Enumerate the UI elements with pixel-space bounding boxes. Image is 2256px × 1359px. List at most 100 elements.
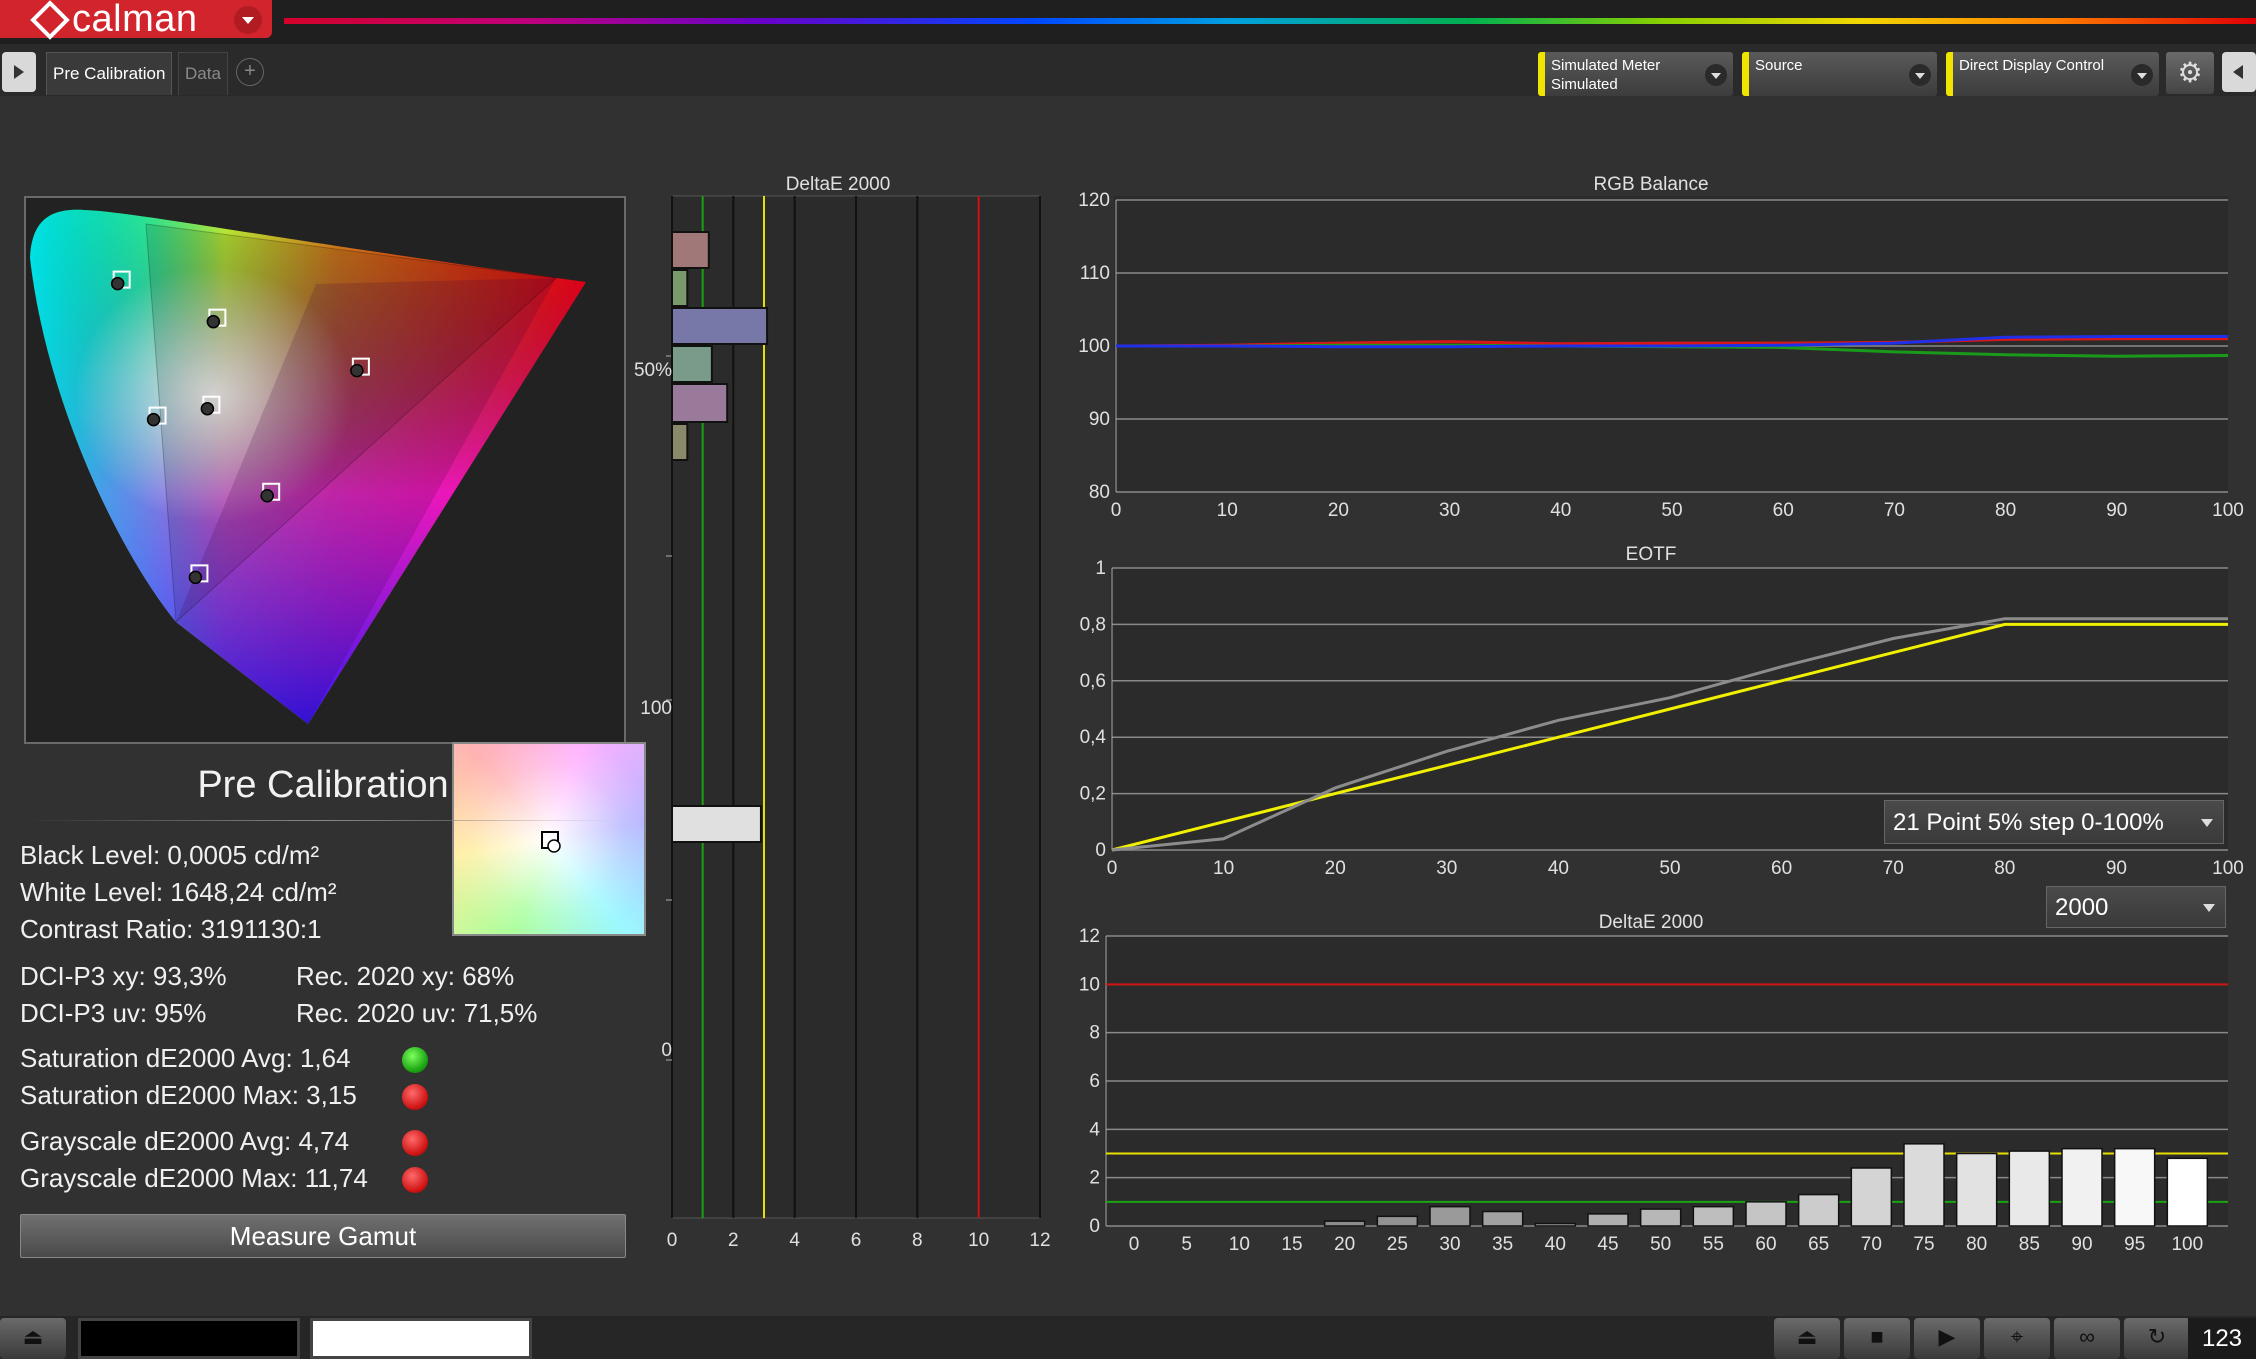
- grayscale-deltae-y-tick-label: 4: [1089, 1119, 1100, 1140]
- rgb-balance-x-tick-label: 60: [1773, 500, 1794, 521]
- black-swatch[interactable]: [78, 1318, 300, 1359]
- eject-icon: ⏏: [1796, 1324, 1818, 1349]
- eotf-y-tick-label: 0,6: [1080, 671, 1106, 692]
- grayscale-deltae-x-tick-label: 0: [1129, 1234, 1140, 1255]
- rgb-balance-x-tick-label: 90: [2106, 500, 2127, 521]
- measurement-counter: 123: [2188, 1318, 2256, 1359]
- grayscale-deltae-x-tick-label: 25: [1387, 1234, 1408, 1255]
- eotf-x-tick-label: 0: [1107, 858, 1118, 879]
- grayscale-deltae-x-tick-label: 90: [2071, 1234, 2092, 1255]
- rgb-balance-x-tick-label: 30: [1439, 500, 1460, 521]
- play-icon: ▶: [1938, 1324, 1956, 1349]
- refresh-button[interactable]: ↻: [2124, 1318, 2190, 1359]
- eotf-points-value: 21 Point 5% step 0-100%: [1893, 809, 2164, 836]
- eotf-x-tick-label: 50: [1659, 858, 1680, 879]
- grayscale-deltae-bar: [1323, 1220, 1366, 1227]
- rgb-balance-x-tick-label: 0: [1111, 500, 1122, 521]
- grayscale-deltae-bar: [2061, 1147, 2103, 1227]
- rgb-balance-x-tick-label: 20: [1328, 500, 1349, 521]
- deltae-vertical-chart: DeltaE 2000 0 2 4 6 8 10 12 50% 100 0: [634, 174, 1051, 1251]
- eject-icon: ⏏: [22, 1324, 44, 1349]
- grayscale-deltae-y-tick-label: 6: [1089, 1071, 1100, 1092]
- grayscale-deltae-bar: [1745, 1201, 1787, 1227]
- grayscale-deltae-chart: DeltaE 2000 0 2 4 6 8 10 12 0 5 10 15 20 25 30 35 40 45 5…: [1079, 912, 2228, 1255]
- grayscale-deltae-bar: [1850, 1167, 1893, 1227]
- grayscale-deltae-bar: [1429, 1205, 1471, 1227]
- grayscale-deltae-y-tick-label: 12: [1079, 926, 1100, 947]
- grayscale-deltae-x-tick-label: 5: [1181, 1234, 1192, 1255]
- rgb-balance-x-tick-label: 40: [1550, 500, 1571, 521]
- grayscale-deltae-y-tick-label: 2: [1089, 1168, 1100, 1189]
- rgb-balance-x-tick-label: 50: [1661, 500, 1682, 521]
- eotf-y-tick-label: 1: [1095, 558, 1106, 579]
- grayscale-deltae-bar: [1481, 1210, 1524, 1227]
- grayscale-deltae-title: DeltaE 2000: [1599, 912, 1704, 933]
- grayscale-deltae-x-tick-label: 75: [1913, 1234, 1934, 1255]
- grayscale-deltae-x-tick-label: 65: [1808, 1234, 1829, 1255]
- chevron-down-icon: [2201, 819, 2213, 827]
- rgb-balance-y-tick-label: 120: [1078, 190, 1110, 211]
- stop-button[interactable]: ■: [1844, 1318, 1910, 1359]
- grayscale-deltae-bar: [2166, 1157, 2209, 1227]
- grayscale-deltae-x-tick-label: 40: [1545, 1234, 1566, 1255]
- deltae-bar: [671, 307, 769, 345]
- grayscale-deltae-x-tick-label: 20: [1334, 1234, 1355, 1255]
- grayscale-deltae-bar: [1692, 1205, 1735, 1227]
- grayscale-deltae-bar: [1639, 1208, 1682, 1227]
- crosshair-icon: ⌖: [2010, 1324, 2024, 1349]
- eotf-y-tick-label: 0,8: [1080, 614, 1106, 635]
- refresh-icon: ↻: [2147, 1324, 2167, 1349]
- eotf-x-tick-label: 70: [1883, 858, 1904, 879]
- grayscale-deltae-bar: [1955, 1152, 1998, 1227]
- grayscale-deltae-bar: [1376, 1215, 1419, 1227]
- white-swatch[interactable]: [310, 1318, 532, 1359]
- rgb-balance-chart: RGB Balance 80 90 100 110 120 0 10 20 30 40 50 60 70…: [1078, 174, 2244, 521]
- eotf-points-select[interactable]: 21 Point 5% step 0-100%: [1884, 800, 2224, 844]
- grayscale-deltae-x-tick-label: 30: [1439, 1234, 1460, 1255]
- rgb-balance-x-tick-label: 70: [1884, 500, 1905, 521]
- eotf-x-tick-label: 90: [2106, 858, 2127, 879]
- rgb-balance-y-tick-label: 110: [1080, 263, 1110, 284]
- rgb-balance-x-tick-label: 10: [1217, 500, 1238, 521]
- deltae-x-tick-label: 6: [851, 1230, 862, 1251]
- rgb-balance-y-tick-label: 80: [1089, 482, 1110, 503]
- grayscale-deltae-y-tick-label: 10: [1079, 974, 1100, 995]
- grayscale-deltae-bar: [1587, 1213, 1629, 1227]
- rgb-balance-x-tick-label: 80: [1995, 500, 2016, 521]
- measure-single-button[interactable]: ⌖: [1984, 1318, 2050, 1359]
- deltae-bar: [671, 231, 710, 269]
- eotf-x-tick-label: 80: [1994, 858, 2015, 879]
- deltae-x-tick-label: 10: [968, 1230, 989, 1251]
- rgb-balance-x-tick-label: 100: [2212, 500, 2244, 521]
- grayscale-deltae-bar: [1797, 1193, 1840, 1227]
- rgb-balance-y-tick-label: 100: [1078, 336, 1110, 357]
- grayscale-deltae-x-tick-label: 85: [2019, 1234, 2040, 1255]
- stop-icon: ■: [1870, 1324, 1884, 1349]
- deltae-formula-select[interactable]: 2000: [2046, 886, 2226, 928]
- grayscale-deltae-y-tick-label: 0: [1089, 1216, 1100, 1237]
- grayscale-deltae-x-tick-label: 95: [2124, 1234, 2145, 1255]
- grayscale-deltae-bar: [1534, 1222, 1577, 1227]
- grayscale-deltae-bar: [2113, 1147, 2156, 1227]
- eject-button[interactable]: ⏏: [0, 1318, 66, 1359]
- deltae-y-label-100: 100: [640, 698, 672, 719]
- eject-button[interactable]: ⏏: [1774, 1318, 1840, 1359]
- deltae-vertical-title: DeltaE 2000: [786, 174, 891, 195]
- eotf-x-tick-label: 20: [1325, 858, 1346, 879]
- deltae-y-label-0: 0: [661, 1040, 672, 1061]
- rgb-balance-y-tick-label: 90: [1089, 409, 1110, 430]
- eotf-x-tick-label: 30: [1436, 858, 1457, 879]
- grayscale-deltae-x-tick-label: 10: [1229, 1234, 1250, 1255]
- grayscale-deltae-bar: [1903, 1143, 1945, 1227]
- deltae-bar: [671, 805, 762, 843]
- play-button[interactable]: ▶: [1914, 1318, 1980, 1359]
- deltae-x-tick-label: 4: [789, 1230, 800, 1251]
- infinity-icon: ∞: [2079, 1324, 2095, 1349]
- grayscale-deltae-y-tick-label: 8: [1089, 1023, 1100, 1044]
- eotf-title: EOTF: [1626, 544, 1677, 565]
- continuous-button[interactable]: ∞: [2054, 1318, 2120, 1359]
- grayscale-deltae-bar: [2008, 1150, 2051, 1227]
- eotf-y-tick-label: 0: [1095, 840, 1106, 861]
- eotf-y-tick-label: 0,4: [1080, 727, 1107, 748]
- deltae-bar: [671, 269, 689, 307]
